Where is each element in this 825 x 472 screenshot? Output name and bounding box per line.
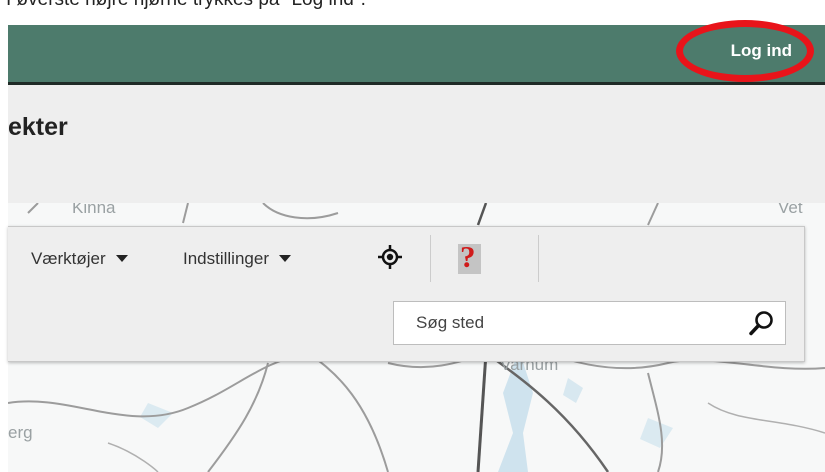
road-line [27,203,39,214]
locate-me-button[interactable] [378,245,402,269]
caret-down-icon [115,255,128,263]
tools-menu-button[interactable]: Værktøjer [31,249,128,269]
lake-shape [640,418,673,448]
place-search-input[interactable] [394,302,734,344]
toolbar-divider [430,235,431,282]
map-place-label: Kinna [72,203,116,217]
instruction-caption: I øverste højre hjørne trykkes på "Log i… [6,0,366,11]
toolbar-divider [538,235,539,282]
place-search-box [393,301,786,345]
map-toolbar-panel: Værktøjer Indstillinger ? [8,226,805,362]
search-icon[interactable] [749,310,775,336]
road-line [707,402,825,434]
road-line [8,352,309,418]
page: I øverste højre hjørne trykkes på "Log i… [0,0,825,472]
help-button[interactable]: ? [458,239,481,274]
tools-menu-label: Værktøjer [31,249,106,268]
page-title: ekter [8,113,68,141]
page-header: ekter [8,85,825,203]
login-link[interactable]: Log ind [731,41,792,61]
map-place-label: erg [8,423,33,442]
road-line [207,362,269,472]
caret-down-icon [279,255,291,263]
road-line [476,203,488,226]
road-line [647,203,659,226]
road-line [476,352,488,472]
road-line [107,442,159,472]
road-line [182,203,189,224]
crosshair-icon [378,245,402,269]
settings-menu-label: Indstillinger [183,249,269,268]
settings-menu-button[interactable]: Indstillinger [183,249,291,269]
road-line [307,352,389,472]
top-navigation-bar: Log ind [8,25,825,85]
help-icon: ? [460,239,476,274]
lake-shape [563,378,583,403]
map-place-label: Vet [778,203,803,217]
road-line [262,203,339,220]
